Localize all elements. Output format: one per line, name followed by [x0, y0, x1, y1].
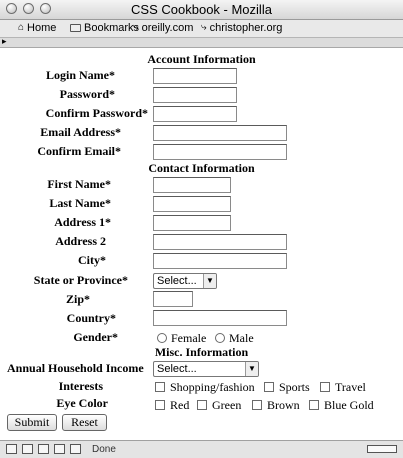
country-label: Country*: [66, 311, 116, 325]
interest-option-label: Travel: [335, 380, 366, 394]
eye-color-option-label: Blue Gold: [324, 398, 374, 412]
eye-color-option-brown[interactable]: Brown: [252, 398, 300, 412]
chat-icon[interactable]: [38, 444, 49, 454]
address2-label: Address 2: [55, 234, 106, 248]
mail-icon[interactable]: [22, 444, 33, 454]
first-name-label: First Name*: [47, 177, 111, 191]
confirm-email-label: Confirm Email*: [37, 144, 121, 158]
tab-scroll-icon[interactable]: ▸: [2, 36, 7, 47]
password-input[interactable]: [153, 87, 237, 103]
bookmark-bookmarks[interactable]: Bookmarks: [70, 22, 139, 34]
confirm-email-input[interactable]: [153, 144, 287, 160]
bookmark-label: christopher.org: [209, 22, 283, 34]
country-input[interactable]: [153, 310, 287, 326]
login-name-input[interactable]: [153, 68, 237, 84]
checkbox[interactable]: [264, 382, 274, 392]
state-label: State or Province*: [33, 273, 128, 287]
section-heading-contact: Contact Information: [148, 161, 255, 175]
income-select[interactable]: Select... ▼: [153, 361, 259, 377]
addressbook-icon[interactable]: [70, 444, 81, 454]
composer-icon[interactable]: [54, 444, 65, 454]
gender-option-label: Male: [229, 331, 254, 345]
interest-option-shopping[interactable]: Shopping/fashion: [155, 380, 255, 394]
radio-button[interactable]: [215, 333, 225, 343]
email-label: Email Address*: [40, 125, 121, 139]
address2-input[interactable]: [153, 234, 287, 250]
submit-button[interactable]: Submit: [7, 414, 57, 431]
status-text: Done: [92, 444, 116, 455]
eye-color-option-label: Brown: [267, 398, 300, 412]
last-name-label: Last Name*: [49, 196, 111, 210]
city-input[interactable]: [153, 253, 287, 269]
section-heading-misc: Misc. Information: [154, 345, 249, 359]
bookmarks-toolbar: ⌂ Home Bookmarks ⤷ oreilly.com ⤷ christo…: [0, 20, 403, 38]
gender-option-label: Female: [171, 331, 207, 345]
window-title: CSS Cookbook - Mozilla: [131, 2, 272, 17]
city-label: City*: [78, 253, 106, 267]
bookmark-label: Bookmarks: [84, 22, 140, 34]
login-name-label: Login Name*: [46, 68, 115, 82]
eye-color-option-label: Red: [170, 398, 190, 412]
chevron-down-icon: ▼: [203, 274, 216, 288]
chevron-down-icon: ▼: [245, 362, 258, 376]
bookmark-icon: ⤷: [133, 22, 139, 33]
radio-button[interactable]: [157, 333, 167, 343]
bookmark-home[interactable]: ⌂ Home: [18, 22, 56, 34]
checkbox[interactable]: [252, 400, 262, 410]
gender-label: Gender*: [73, 330, 118, 344]
eye-color-option-label: Green: [212, 398, 242, 412]
last-name-input[interactable]: [153, 196, 231, 212]
interest-option-travel[interactable]: Travel: [320, 380, 366, 394]
checkbox[interactable]: [309, 400, 319, 410]
browser-window: CSS Cookbook - Mozilla ⌂ Home Bookmarks …: [0, 0, 403, 458]
security-icon: [367, 445, 397, 453]
password-label: Password*: [59, 87, 115, 101]
email-input[interactable]: [153, 125, 287, 141]
income-label: Annual Household Income: [7, 361, 144, 375]
state-select-value: Select...: [157, 275, 197, 287]
zip-label: Zip*: [65, 292, 90, 306]
eye-color-option-green[interactable]: Green: [197, 398, 241, 412]
gender-option-female[interactable]: Female: [157, 331, 206, 345]
checkbox[interactable]: [155, 400, 165, 410]
home-icon: ⌂: [18, 22, 25, 33]
tab-strip: ▸: [0, 36, 403, 48]
address1-label: Address 1*: [54, 215, 111, 229]
income-select-value: Select...: [157, 363, 197, 375]
bookmark-label: Home: [27, 22, 57, 34]
folder-icon: [70, 24, 81, 32]
gender-option-male[interactable]: Male: [215, 331, 254, 345]
first-name-input[interactable]: [153, 177, 231, 193]
title-bar: CSS Cookbook - Mozilla: [0, 0, 403, 20]
interest-option-label: Sports: [279, 380, 310, 394]
eye-color-option-red[interactable]: Red: [155, 398, 189, 412]
confirm-password-label: Confirm Password*: [45, 106, 148, 120]
checkbox[interactable]: [320, 382, 330, 392]
interests-label: Interests: [58, 379, 103, 393]
bookmark-christopher[interactable]: ⤷ christopher.org: [201, 22, 282, 34]
address1-input[interactable]: [153, 215, 231, 231]
zip-input[interactable]: [153, 291, 193, 307]
eye-color-option-blue-gold[interactable]: Blue Gold: [309, 398, 374, 412]
interest-option-label: Shopping/fashion: [170, 380, 255, 394]
page-content: Account Information Login Name* Password…: [0, 48, 403, 438]
bookmark-oreilly[interactable]: ⤷ oreilly.com: [133, 22, 193, 34]
eye-color-label: Eye Color: [56, 396, 108, 410]
section-heading-account: Account Information: [147, 52, 256, 66]
interest-option-sports[interactable]: Sports: [264, 380, 310, 394]
status-bar: Done: [0, 440, 403, 458]
checkbox[interactable]: [197, 400, 207, 410]
bookmark-icon: ⤷: [201, 22, 207, 33]
state-select[interactable]: Select... ▼: [153, 273, 217, 289]
bookmark-label: oreilly.com: [141, 22, 194, 34]
checkbox[interactable]: [155, 382, 165, 392]
confirm-password-input[interactable]: [153, 106, 237, 122]
reset-button[interactable]: Reset: [62, 414, 107, 431]
navigator-icon[interactable]: [6, 444, 17, 454]
